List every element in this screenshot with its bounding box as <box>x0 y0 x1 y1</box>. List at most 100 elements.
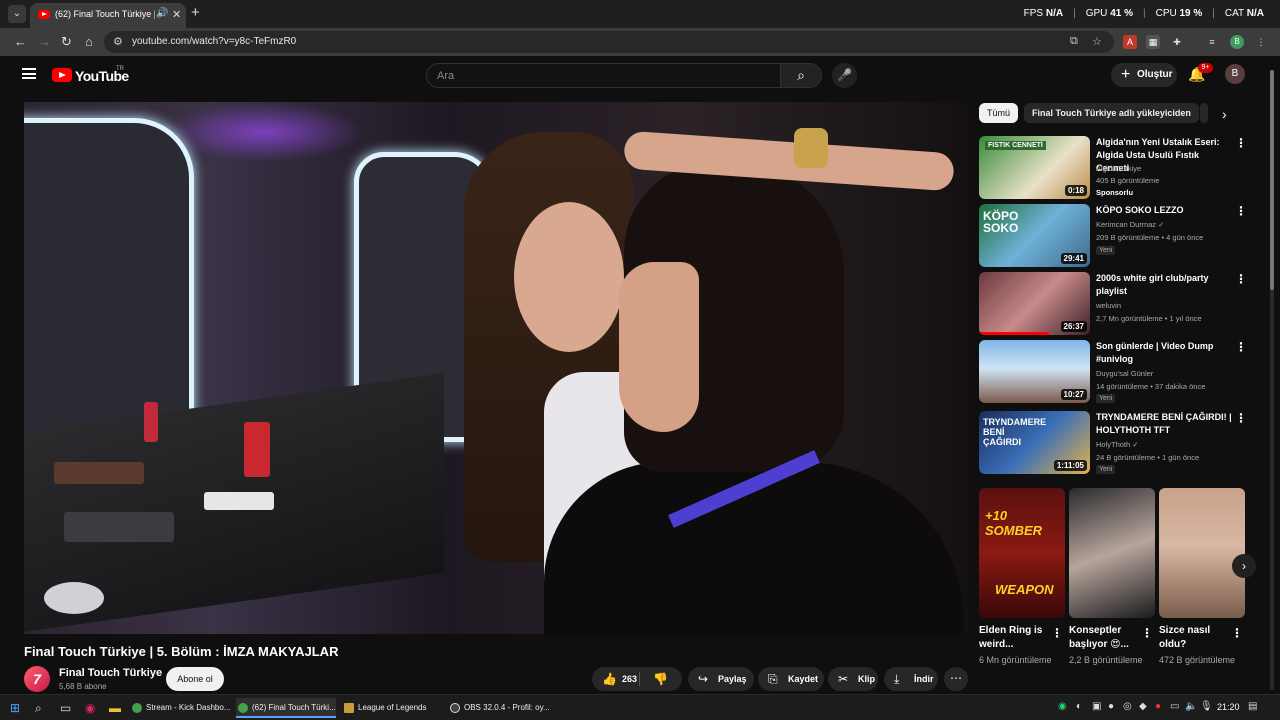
recommendation-menu-icon[interactable]: ⋮ <box>1235 204 1247 218</box>
forward-arrow-icon[interactable]: → <box>38 34 51 49</box>
more-actions-icon[interactable]: ⋯ <box>944 667 968 691</box>
tray-app-icon[interactable]: ◐ <box>1076 701 1082 712</box>
like-count[interactable]: 263 <box>622 667 637 691</box>
tab-search-chevron-icon[interactable]: ⌄ <box>8 5 26 23</box>
short-thumbnail[interactable] <box>1069 488 1155 618</box>
tray-app-icon[interactable]: ● <box>1108 701 1114 712</box>
recommendation-channel[interactable]: HolyThoth ✓ <box>1096 440 1139 449</box>
recommendation-thumbnail[interactable]: FISTIK CENNETİ 0:18 <box>979 136 1090 199</box>
short-item[interactable]: Sizce nasıl oldu? 472 B görüntüleme ⋮ <box>1159 488 1245 667</box>
shorts-next-chevron-icon[interactable]: › <box>1232 554 1256 578</box>
recommendation-menu-icon[interactable]: ⋮ <box>1235 340 1247 354</box>
subscribe-button[interactable]: Abone ol <box>166 667 224 691</box>
recommendation-title[interactable]: Son günlerde | Video Dump #univlog <box>1096 340 1232 366</box>
recommendation-menu-icon[interactable]: ⋮ <box>1235 136 1247 150</box>
create-button[interactable]: + Oluştur <box>1111 63 1177 87</box>
pdf-extension-icon[interactable]: A <box>1123 35 1137 49</box>
recommendation-title[interactable]: 2000s white girl club/party playlist <box>1096 272 1232 298</box>
dislike-thumb-icon[interactable]: 👎 <box>653 667 668 691</box>
chip-from-uploader[interactable]: Final Touch Türkiye adlı yükleyiciden <box>1024 103 1199 123</box>
tab-audio-icon[interactable]: 🔊 <box>156 8 168 19</box>
recommendation-channel[interactable]: Kerimcan Durmaz ✓ <box>1096 220 1164 229</box>
steam-icon[interactable]: ◎ <box>1123 701 1132 712</box>
short-item[interactable]: Konseptler başlıyor 😍... 2,2 B görüntüle… <box>1069 488 1155 667</box>
microphone-icon[interactable]: 🎙 <box>1200 701 1213 712</box>
browser-profile-avatar[interactable]: B <box>1230 35 1244 49</box>
recommendation-item[interactable]: 26:37 2000s white girl club/party playli… <box>979 272 1249 335</box>
search-icon[interactable]: ⌕ <box>35 701 42 716</box>
bookmark-star-icon[interactable]: ☆ <box>1092 35 1102 48</box>
app-pinned-icon[interactable]: ◉ <box>85 701 95 715</box>
page-scrollbar[interactable] <box>1270 70 1274 690</box>
recommendation-item[interactable]: KÖPO SOKO 29:41 KÖPO SOKO LEZZO Kerimcan… <box>979 204 1249 267</box>
notification-center-icon[interactable]: ▤ <box>1248 701 1257 712</box>
chip-overflow[interactable] <box>1200 103 1208 123</box>
tab-close-icon[interactable]: ✕ <box>172 8 181 21</box>
clip-button[interactable]: ✂ Klip <box>828 667 878 691</box>
new-tab-button[interactable]: + <box>191 4 200 21</box>
channel-avatar[interactable]: 7 <box>24 666 50 692</box>
recommendation-item[interactable]: 10:27 Son günlerde | Video Dump #univlog… <box>979 340 1249 403</box>
short-title[interactable]: Elden Ring is weird... <box>979 624 1055 652</box>
recommendation-channel[interactable]: Duygu'sal Günler <box>1096 369 1153 378</box>
short-thumbnail[interactable]: +10 SOMBER WEAPON <box>979 488 1065 618</box>
whatsapp-icon[interactable]: ◉ <box>1058 701 1067 712</box>
tray-app-icon[interactable]: ▣ <box>1092 701 1101 712</box>
file-explorer-icon[interactable]: ▬ <box>109 701 121 715</box>
address-bar[interactable]: ⚙ youtube.com/watch?v=y8c-TeFmzR0 ⧉ ☆ <box>104 31 1114 53</box>
network-icon[interactable]: ▭ <box>1170 701 1179 712</box>
save-button[interactable]: ⎘ Kaydet <box>758 667 824 691</box>
short-thumbnail[interactable] <box>1159 488 1245 618</box>
task-view-icon[interactable]: ▭ <box>60 701 71 715</box>
recommendation-channel[interactable]: weluvin <box>1096 301 1121 310</box>
recommendation-menu-icon[interactable]: ⋮ <box>1235 411 1247 425</box>
recommendation-title[interactable]: KÖPO SOKO LEZZO <box>1096 204 1232 217</box>
short-menu-icon[interactable]: ⋮ <box>1051 626 1063 640</box>
chips-next-chevron-icon[interactable]: › <box>1222 106 1227 122</box>
home-icon[interactable]: ⌂ <box>85 34 93 49</box>
share-button[interactable]: ↪ Paylaş <box>688 667 754 691</box>
recommendation-thumbnail[interactable]: TRYNDAMERE BENİ ÇAĞIRDI 1:11:05 <box>979 411 1090 474</box>
taskbar-app-obs[interactable]: OBS 32.0.4 - Profil: oy... <box>448 698 552 718</box>
browser-menu-icon[interactable]: ⋮ <box>1254 35 1268 49</box>
taskbar-app-chrome-youtube[interactable]: (62) Final Touch Türki... <box>236 698 336 718</box>
recommendation-menu-icon[interactable]: ⋮ <box>1235 272 1247 286</box>
url-text[interactable]: youtube.com/watch?v=y8c-TeFmzR0 <box>132 36 296 47</box>
guide-menu-icon[interactable] <box>22 68 36 79</box>
search-button[interactable]: ⌕ <box>780 63 822 88</box>
search-input[interactable] <box>437 68 767 84</box>
voice-search-mic-icon[interactable]: 🎤 <box>832 63 857 88</box>
short-menu-icon[interactable]: ⋮ <box>1141 626 1153 640</box>
install-app-icon[interactable]: ⧉ <box>1070 35 1078 48</box>
site-info-icon[interactable]: ⚙ <box>113 35 123 48</box>
extension-grid-icon[interactable]: ▦ <box>1146 35 1160 49</box>
recommendation-thumbnail[interactable]: 26:37 <box>979 272 1090 335</box>
account-avatar[interactable]: B <box>1225 64 1245 84</box>
taskbar-app-league[interactable]: League of Legends <box>342 698 442 718</box>
video-player[interactable] <box>24 102 969 634</box>
channel-name[interactable]: Final Touch Türkiye <box>59 667 162 679</box>
recommendation-title[interactable]: TRYNDAMERE BENİ ÇAĞIRDI! | HOLYTHOTH TFT <box>1096 411 1232 437</box>
taskbar-clock[interactable]: 21:20 <box>1217 702 1240 712</box>
tray-app-icon[interactable]: ◆ <box>1139 701 1147 712</box>
youtube-logo-icon[interactable] <box>52 68 72 82</box>
reload-icon[interactable]: ↻ <box>61 34 72 50</box>
download-button[interactable]: ⤓ İndir <box>884 667 938 691</box>
recording-icon[interactable]: ● <box>1155 701 1161 712</box>
back-arrow-icon[interactable]: ← <box>14 34 27 49</box>
windows-start-icon[interactable]: ⊞ <box>10 701 20 715</box>
short-item[interactable]: +10 SOMBER WEAPON Elden Ring is weird...… <box>979 488 1065 667</box>
recommendation-item[interactable]: TRYNDAMERE BENİ ÇAĞIRDI 1:11:05 TRYNDAME… <box>979 411 1249 474</box>
taskbar-app-chrome-kick[interactable]: Stream - Kick Dashbo... <box>130 698 230 718</box>
media-controls-icon[interactable]: ≡ <box>1205 35 1219 49</box>
recommendation-item[interactable]: FISTIK CENNETİ 0:18 Algida'nın Yeni Usta… <box>979 136 1249 199</box>
recommendation-channel[interactable]: AlgidaTurkiye <box>1096 164 1141 173</box>
short-title[interactable]: Sizce nasıl oldu? <box>1159 624 1235 652</box>
chip-all[interactable]: Tümü <box>979 103 1019 123</box>
volume-icon[interactable]: 🔈 <box>1185 701 1197 712</box>
scrollbar-thumb[interactable] <box>1270 70 1274 290</box>
search-box[interactable] <box>426 63 782 88</box>
recommendation-thumbnail[interactable]: 10:27 <box>979 340 1090 403</box>
browser-tab-youtube[interactable]: (62) Final Touch Türkiye | 5 🔊 ✕ <box>30 3 186 28</box>
like-thumb-icon[interactable]: 👍 <box>602 667 617 691</box>
